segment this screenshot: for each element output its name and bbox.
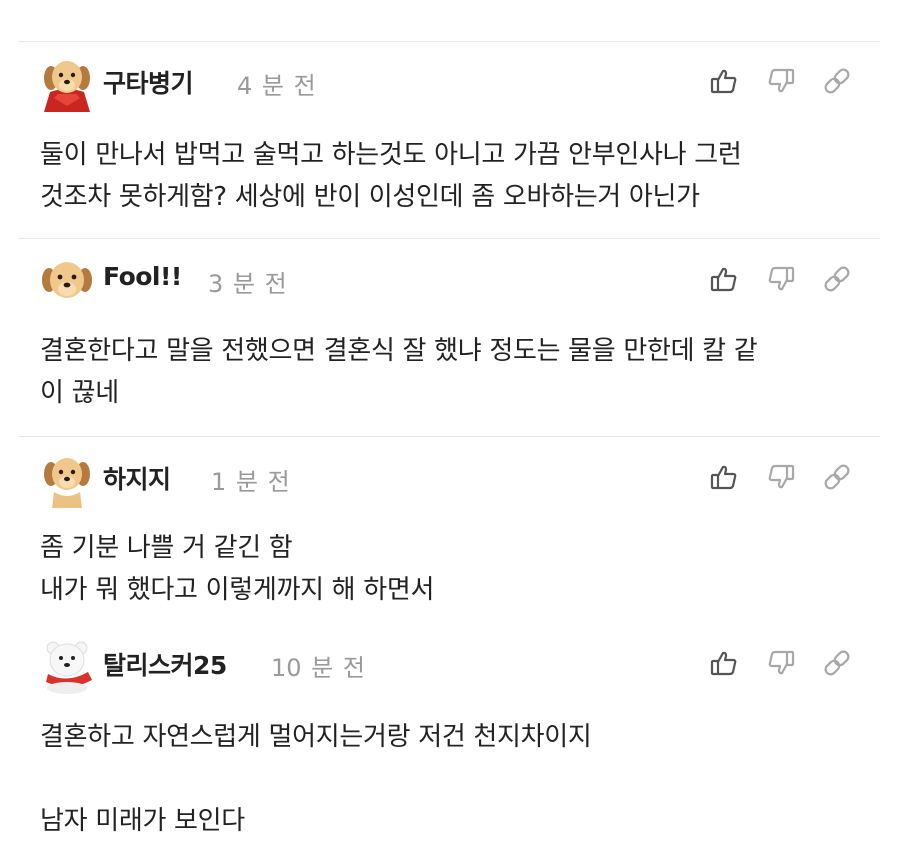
puppy-face-icon[interactable] [40, 452, 94, 508]
thumbs-down-icon [766, 264, 796, 294]
link-icon [822, 648, 852, 678]
dislike-button[interactable] [766, 462, 796, 492]
link-icon [822, 264, 852, 294]
comment-timestamp: 3 분 전 [208, 270, 287, 298]
dislike-button[interactable] [766, 66, 796, 96]
comment-text-line: 좀 기분 나쁠 거 같긴 함 [40, 533, 293, 563]
link-icon [822, 462, 852, 492]
link-icon [822, 66, 852, 96]
divider [18, 238, 880, 239]
share-button[interactable] [822, 462, 852, 492]
comment-username[interactable]: 구타병기 [103, 64, 194, 100]
share-button[interactable] [822, 648, 852, 678]
like-button[interactable] [709, 462, 739, 492]
comment-body: 결혼하고 자연스럽게 멀어지는거랑 저건 천지차이지 남자 미래가 보인다 [40, 716, 860, 842]
comment-username[interactable]: 탈리스커25 [103, 646, 227, 682]
comment-body: 결혼한다고 말을 전했으면 결혼식 잘 했냐 정도는 물을 만한데 칼 같 이 … [40, 330, 860, 414]
like-button[interactable] [709, 648, 739, 678]
comment-timestamp: 1 분 전 [211, 468, 290, 496]
like-button[interactable] [709, 264, 739, 294]
comment-timestamp: 10 분 전 [271, 654, 365, 682]
comment-text-line: 둘이 만나서 밥먹고 술먹고 하는것도 아니고 가끔 안부인사나 그런 [40, 140, 742, 170]
comment-text-line: 남자 미래가 보인다 [40, 806, 245, 836]
puppy-face-icon[interactable] [40, 254, 94, 310]
thumbs-up-icon [709, 462, 739, 492]
comment-body: 둘이 만나서 밥먹고 술먹고 하는것도 아니고 가끔 안부인사나 그런 것조차 … [40, 134, 860, 218]
comment-username[interactable]: 하지지 [103, 460, 171, 496]
polar-bear-red-scarf-icon[interactable] [40, 638, 94, 694]
thumbs-up-icon [709, 66, 739, 96]
comment-username[interactable]: Fool!! [103, 262, 182, 291]
divider [18, 41, 880, 42]
comment-text-line: 이 끊네 [40, 378, 119, 408]
divider [18, 436, 880, 437]
comment-text-line: 내가 뭐 했다고 이렇게까지 해 하면서 [40, 575, 435, 605]
thumbs-down-icon [766, 648, 796, 678]
comment-text-line [40, 758, 860, 800]
share-button[interactable] [822, 264, 852, 294]
thumbs-down-icon [766, 462, 796, 492]
like-button[interactable] [709, 66, 739, 96]
comment-text-line: 것조차 못하게함? 세상에 반이 이성인데 좀 오바하는거 아닌가 [40, 182, 700, 212]
comment-text-line: 결혼하고 자연스럽게 멀어지는거랑 저건 천지차이지 [40, 722, 592, 752]
comment-list: 구타병기 4 분 전 둘이 만나서 밥먹고 술먹고 하는것도 아니고 가끔 안부… [0, 0, 900, 853]
comment-timestamp: 4 분 전 [237, 72, 316, 100]
comment-body: 좀 기분 나쁠 거 같긴 함 내가 뭐 했다고 이렇게까지 해 하면서 [40, 527, 860, 611]
thumbs-up-icon [709, 648, 739, 678]
dislike-button[interactable] [766, 264, 796, 294]
share-button[interactable] [822, 66, 852, 96]
thumbs-down-icon [766, 66, 796, 96]
comment-text-line: 결혼한다고 말을 전했으면 결혼식 잘 했냐 정도는 물을 만한데 칼 같 [40, 336, 758, 366]
thumbs-up-icon [709, 264, 739, 294]
puppy-red-cape-icon[interactable] [40, 56, 94, 112]
dislike-button[interactable] [766, 648, 796, 678]
